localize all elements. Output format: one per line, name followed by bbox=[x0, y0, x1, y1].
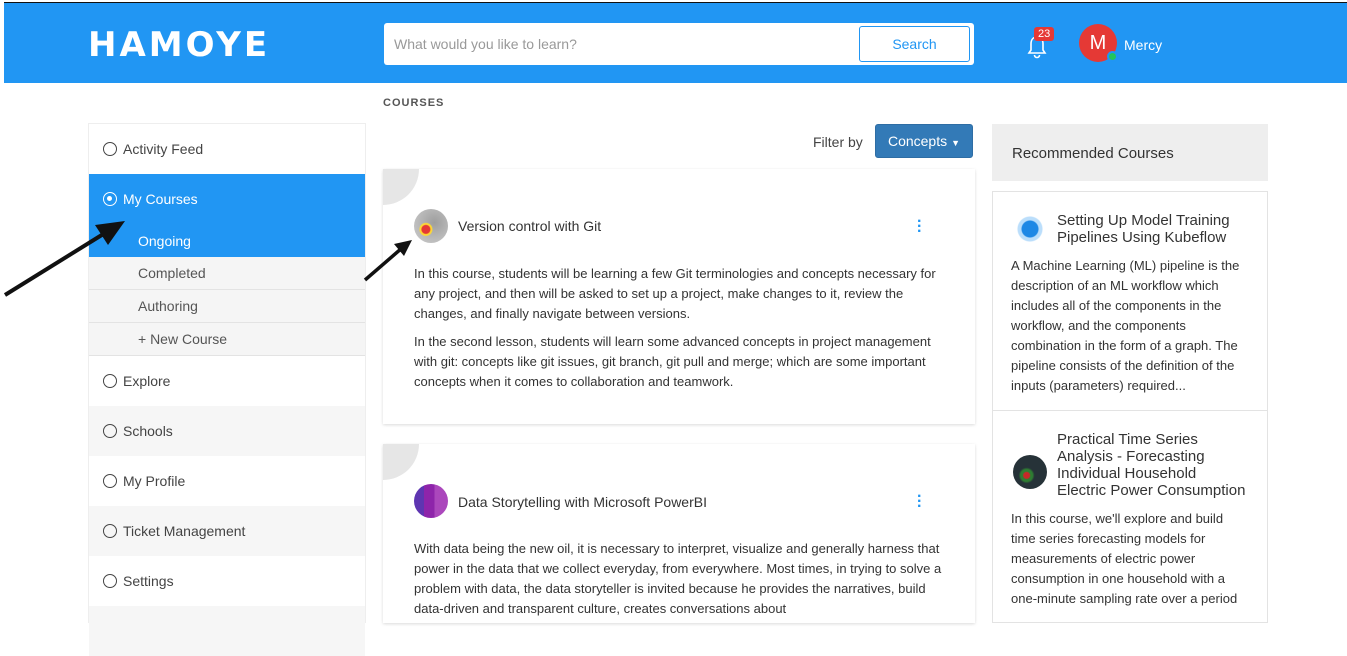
sidebar-item-label: My Courses bbox=[123, 191, 198, 207]
search-bar: Search bbox=[384, 23, 974, 65]
sidebar-item-label: Settings bbox=[123, 573, 174, 589]
kubeflow-icon bbox=[1013, 212, 1047, 246]
card-corner-decoration bbox=[383, 444, 419, 480]
course-title[interactable]: Version control with Git bbox=[458, 218, 601, 234]
more-options-icon[interactable]: · · · bbox=[917, 489, 923, 515]
radio-icon bbox=[103, 574, 117, 588]
sidebar-subitem-completed[interactable]: Completed bbox=[89, 257, 365, 290]
course-card[interactable]: Version control with Git · · · In this cou… bbox=[383, 169, 975, 424]
sidebar-item-label: Schools bbox=[123, 423, 173, 439]
course-card[interactable]: Data Storytelling with Microsoft PowerBI… bbox=[383, 444, 975, 623]
filter-dropdown[interactable]: Concepts ▼ bbox=[875, 124, 973, 158]
sidebar-item-label: Explore bbox=[123, 373, 171, 389]
search-input[interactable] bbox=[394, 33, 844, 55]
page-section-label: COURSES bbox=[383, 97, 445, 109]
filter-value: Concepts bbox=[887, 133, 948, 149]
sidebar-item-settings[interactable]: Settings bbox=[89, 556, 365, 606]
recommended-course-title[interactable]: Practical Time Series Analysis - Forecas… bbox=[1057, 431, 1249, 499]
username-label[interactable]: Mercy bbox=[1124, 37, 1162, 53]
powerbi-course-icon bbox=[414, 484, 448, 518]
recommended-panel: Recommended Courses Setting Up Model Tra… bbox=[992, 124, 1268, 623]
git-course-icon bbox=[414, 209, 448, 243]
radio-icon bbox=[103, 142, 117, 156]
radio-icon bbox=[103, 524, 117, 538]
recommended-course-description: A Machine Learning (ML) pipeline is the … bbox=[1011, 258, 1240, 393]
annotation-arrow-icon bbox=[3, 221, 125, 297]
course-description: In this course, students will be learnin… bbox=[414, 264, 950, 392]
recommended-course[interactable]: Practical Time Series Analysis - Forecas… bbox=[993, 411, 1267, 622]
course-paragraph: In this course, students will be learnin… bbox=[414, 266, 936, 321]
sidebar-subitem-new-course[interactable]: + New Course bbox=[89, 323, 365, 356]
sidebar-subitem-ongoing[interactable]: Ongoing bbox=[89, 224, 365, 257]
sidebar-item-more[interactable] bbox=[89, 606, 365, 656]
annotation-arrow-icon bbox=[363, 240, 412, 282]
caret-down-icon: ▼ bbox=[951, 138, 961, 148]
radio-selected-icon bbox=[103, 192, 117, 206]
top-navbar: HAMOYE Search 23 M Mercy bbox=[4, 2, 1347, 83]
course-paragraph: With data being the new oil, it is neces… bbox=[414, 541, 942, 616]
card-corner-decoration bbox=[383, 169, 419, 205]
time-series-icon bbox=[1013, 455, 1047, 489]
more-options-icon[interactable]: · · · bbox=[917, 214, 923, 240]
sidebar-nav: Activity Feed My Courses Ongoing Complet… bbox=[88, 123, 366, 656]
sidebar-subitem-authoring[interactable]: Authoring bbox=[89, 290, 365, 323]
sidebar-item-my-courses[interactable]: My Courses bbox=[89, 174, 365, 224]
online-status-dot bbox=[1107, 51, 1118, 62]
recommended-course-description: In this course, we'll explore and build … bbox=[1011, 511, 1238, 606]
filter-label: Filter by bbox=[813, 134, 863, 150]
sidebar-item-ticket-management[interactable]: Ticket Management bbox=[89, 506, 365, 556]
course-description: With data being the new oil, it is neces… bbox=[414, 539, 950, 619]
sidebar-item-explore[interactable]: Explore bbox=[89, 356, 365, 406]
recommended-course[interactable]: Setting Up Model Training Pipelines Usin… bbox=[993, 192, 1267, 411]
sidebar-item-label: Activity Feed bbox=[123, 141, 204, 157]
radio-icon bbox=[103, 474, 117, 488]
course-paragraph: In the second lesson, students will lear… bbox=[414, 334, 931, 389]
sidebar-item-label: Ticket Management bbox=[123, 523, 246, 539]
search-button[interactable]: Search bbox=[859, 26, 970, 62]
sidebar-item-schools[interactable]: Schools bbox=[89, 406, 365, 456]
recommended-list: Setting Up Model Training Pipelines Usin… bbox=[992, 191, 1268, 623]
radio-icon bbox=[103, 424, 117, 438]
radio-icon bbox=[103, 374, 117, 388]
recommended-course-title[interactable]: Setting Up Model Training Pipelines Usin… bbox=[1057, 212, 1249, 246]
notification-count-badge: 23 bbox=[1034, 27, 1055, 41]
recommended-title: Recommended Courses bbox=[992, 124, 1268, 181]
sidebar-item-label: My Profile bbox=[123, 473, 186, 489]
sidebar-item-my-profile[interactable]: My Profile bbox=[89, 456, 365, 506]
course-title[interactable]: Data Storytelling with Microsoft PowerBI bbox=[458, 494, 707, 510]
hamoye-logo[interactable]: HAMOYE bbox=[88, 25, 270, 65]
sidebar-item-activity-feed[interactable]: Activity Feed bbox=[89, 124, 365, 174]
